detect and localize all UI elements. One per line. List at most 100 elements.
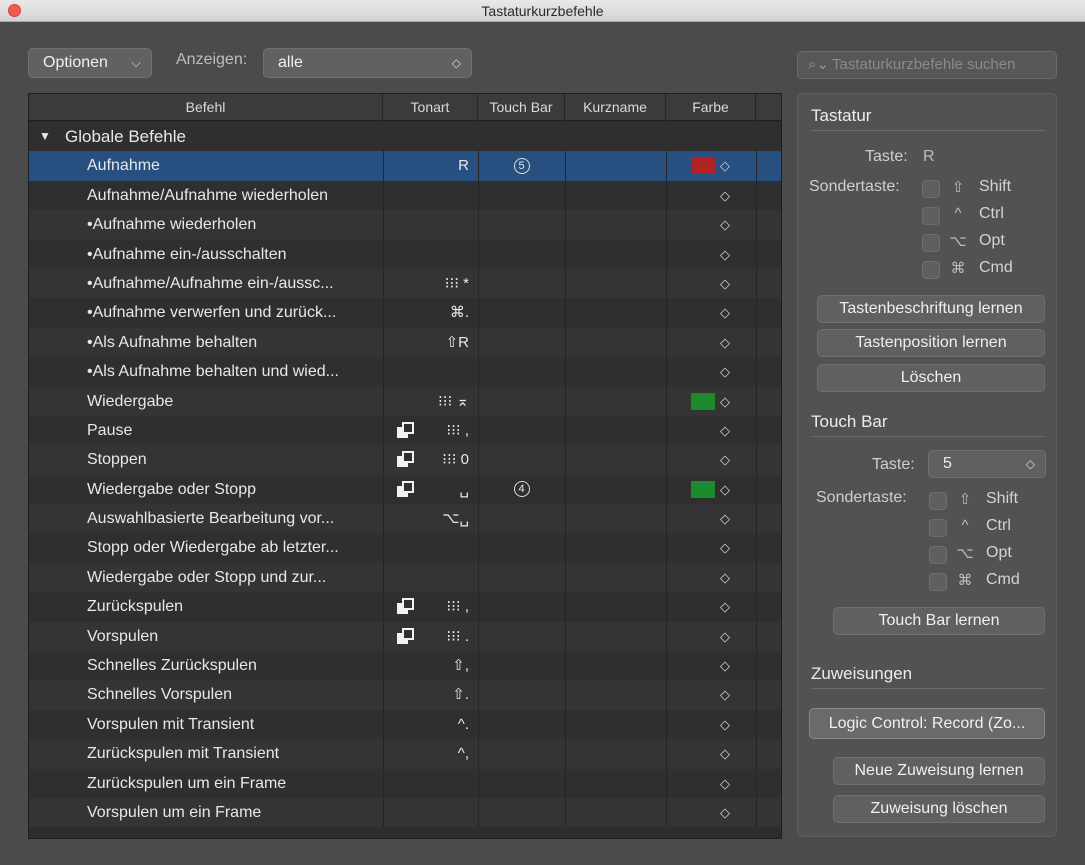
learn-key-label-button[interactable]: Tastenbeschriftung lernen bbox=[817, 295, 1045, 323]
color-cell[interactable]: ◇ bbox=[666, 416, 756, 445]
modifier-checkbox-cmd[interactable] bbox=[922, 261, 940, 279]
table-row[interactable]: Stoppen ⁝⁝⁝ 0 ◇ bbox=[29, 445, 781, 475]
table-row[interactable]: Vorspulen mit Transient ^. ◇ bbox=[29, 709, 781, 740]
color-stepper-icon[interactable]: ◇ bbox=[720, 387, 730, 416]
color-stepper-icon[interactable]: ◇ bbox=[720, 240, 730, 269]
table-row[interactable]: •Als Aufnahme behalten und wied... ◇ bbox=[29, 357, 781, 387]
color-cell[interactable]: ◇ bbox=[666, 798, 756, 827]
table-row[interactable]: •Aufnahme wiederholen ◇ bbox=[29, 210, 781, 240]
delete-assignment-button[interactable]: Zuweisung löschen bbox=[833, 795, 1045, 823]
table-row[interactable]: Zurückspulen mit Transient ^, ◇ bbox=[29, 739, 781, 769]
color-stepper-icon[interactable]: ◇ bbox=[720, 445, 730, 474]
color-cell[interactable]: ◇ bbox=[666, 328, 756, 357]
modifier-checkbox-ctrl[interactable] bbox=[922, 207, 940, 225]
color-cell[interactable]: ◇ bbox=[666, 387, 756, 416]
color-stepper-icon[interactable]: ◇ bbox=[720, 798, 730, 827]
color-cell[interactable]: ◇ bbox=[666, 151, 756, 180]
table-row[interactable]: Vorspulen um ein Frame ◇ bbox=[29, 797, 781, 828]
disclosure-triangle-icon[interactable]: ▼ bbox=[39, 122, 51, 151]
modifier-checkbox-opt[interactable] bbox=[929, 546, 947, 564]
color-cell[interactable]: ◇ bbox=[666, 651, 756, 680]
modifier-checkbox-cmd[interactable] bbox=[929, 573, 947, 591]
color-stepper-icon[interactable]: ◇ bbox=[720, 357, 730, 386]
table-row[interactable]: •Aufnahme ein-/ausschalten ◇ bbox=[29, 239, 781, 269]
column-header-tonart[interactable]: Tonart bbox=[383, 94, 478, 121]
modifier-checkbox-shift[interactable] bbox=[922, 180, 940, 198]
color-cell[interactable]: ◇ bbox=[666, 592, 756, 621]
color-cell[interactable]: ◇ bbox=[666, 269, 756, 298]
table-row[interactable]: Vorspulen ⁝⁝⁝ . ◇ bbox=[29, 621, 781, 652]
color-cell[interactable]: ◇ bbox=[666, 475, 756, 504]
delete-key-button[interactable]: Löschen bbox=[817, 364, 1045, 392]
close-window-button[interactable] bbox=[8, 4, 21, 17]
table-row[interactable]: Schnelles Zurückspulen ⇧, ◇ bbox=[29, 651, 781, 681]
color-stepper-icon[interactable]: ◇ bbox=[720, 475, 730, 504]
color-cell[interactable]: ◇ bbox=[666, 533, 756, 562]
assignment-field[interactable]: Logic Control: Record (Zo... bbox=[809, 708, 1045, 739]
touchbar-key-select[interactable]: 5 ◇ bbox=[928, 450, 1046, 478]
column-header-farbe[interactable]: Farbe bbox=[666, 94, 756, 121]
color-stepper-icon[interactable]: ◇ bbox=[720, 298, 730, 327]
color-stepper-icon[interactable]: ◇ bbox=[720, 739, 730, 768]
color-stepper-icon[interactable]: ◇ bbox=[720, 563, 730, 592]
column-header-befehl[interactable]: Befehl bbox=[29, 94, 383, 121]
modifier-checkbox-opt[interactable] bbox=[922, 234, 940, 252]
color-cell[interactable]: ◇ bbox=[666, 739, 756, 768]
color-stepper-icon[interactable]: ◇ bbox=[720, 416, 730, 445]
color-swatch[interactable] bbox=[691, 480, 715, 498]
modifier-checkbox-shift[interactable] bbox=[929, 492, 947, 510]
table-row[interactable]: Wiedergabe ⁝⁝⁝ ⌅ ◇ bbox=[29, 386, 781, 416]
table-row[interactable]: •Aufnahme verwerfen und zurück... ⌘. ◇ bbox=[29, 298, 781, 328]
table-row[interactable]: •Aufnahme/Aufnahme ein-/aussc... ⁝⁝⁝ * ◇ bbox=[29, 268, 781, 299]
group-row[interactable]: ▼ Globale Befehle bbox=[29, 122, 781, 152]
column-header-kurzname[interactable]: Kurzname bbox=[565, 94, 666, 121]
color-swatch[interactable] bbox=[691, 392, 715, 410]
table-row[interactable]: Aufnahme/Aufnahme wiederholen ◇ bbox=[29, 180, 781, 211]
command-name: Zurückspulen um ein Frame bbox=[87, 774, 287, 792]
color-cell[interactable]: ◇ bbox=[666, 710, 756, 739]
table-row[interactable]: Auswahlbasierte Bearbeitung vor... ⌥␣ ◇ bbox=[29, 504, 781, 534]
search-input[interactable]: ⌕⌄ Tastaturkurzbefehle suchen bbox=[797, 51, 1057, 79]
color-stepper-icon[interactable]: ◇ bbox=[720, 210, 730, 239]
table-row[interactable]: Aufnahme R 5 ◇ bbox=[29, 151, 781, 181]
table-row[interactable]: Stopp oder Wiedergabe ab letzter... ◇ bbox=[29, 533, 781, 563]
color-stepper-icon[interactable]: ◇ bbox=[720, 181, 730, 210]
table-row[interactable]: Wiedergabe oder Stopp ␣ 4 ◇ bbox=[29, 474, 781, 505]
color-stepper-icon[interactable]: ◇ bbox=[720, 269, 730, 298]
color-stepper-icon[interactable]: ◇ bbox=[720, 710, 730, 739]
table-row[interactable]: Zurückspulen ⁝⁝⁝ , ◇ bbox=[29, 592, 781, 622]
learn-new-assignment-button[interactable]: Neue Zuweisung lernen bbox=[833, 757, 1045, 785]
color-stepper-icon[interactable]: ◇ bbox=[720, 592, 730, 621]
modifier-checkbox-ctrl[interactable] bbox=[929, 519, 947, 537]
color-cell[interactable]: ◇ bbox=[666, 240, 756, 269]
color-swatch[interactable] bbox=[691, 157, 715, 175]
color-cell[interactable]: ◇ bbox=[666, 769, 756, 798]
color-stepper-icon[interactable]: ◇ bbox=[720, 151, 730, 180]
color-stepper-icon[interactable]: ◇ bbox=[720, 622, 730, 651]
color-cell[interactable]: ◇ bbox=[666, 357, 756, 386]
color-cell[interactable]: ◇ bbox=[666, 445, 756, 474]
column-header-touchbar[interactable]: Touch Bar bbox=[478, 94, 565, 121]
options-menu[interactable]: Optionen ⌵ bbox=[28, 48, 152, 78]
show-filter-select[interactable]: alle ◇ bbox=[263, 48, 472, 78]
color-stepper-icon[interactable]: ◇ bbox=[720, 328, 730, 357]
color-stepper-icon[interactable]: ◇ bbox=[720, 769, 730, 798]
color-stepper-icon[interactable]: ◇ bbox=[720, 651, 730, 680]
table-row[interactable]: Pause ⁝⁝⁝ , ◇ bbox=[29, 415, 781, 446]
table-row[interactable]: Wiedergabe oder Stopp und zur... ◇ bbox=[29, 562, 781, 593]
color-stepper-icon[interactable]: ◇ bbox=[720, 533, 730, 562]
table-row[interactable]: Schnelles Vorspulen ⇧. ◇ bbox=[29, 680, 781, 710]
table-row[interactable]: Zurückspulen um ein Frame ◇ bbox=[29, 768, 781, 798]
table-row[interactable]: •Als Aufnahme behalten ⇧R ◇ bbox=[29, 327, 781, 358]
learn-key-position-button[interactable]: Tastenposition lernen bbox=[817, 329, 1045, 357]
color-cell[interactable]: ◇ bbox=[666, 298, 756, 327]
color-cell[interactable]: ◇ bbox=[666, 504, 756, 533]
color-cell[interactable]: ◇ bbox=[666, 181, 756, 210]
learn-touchbar-button[interactable]: Touch Bar lernen bbox=[833, 607, 1045, 635]
color-cell[interactable]: ◇ bbox=[666, 563, 756, 592]
color-stepper-icon[interactable]: ◇ bbox=[720, 680, 730, 709]
color-stepper-icon[interactable]: ◇ bbox=[720, 504, 730, 533]
color-cell[interactable]: ◇ bbox=[666, 210, 756, 239]
color-cell[interactable]: ◇ bbox=[666, 680, 756, 709]
color-cell[interactable]: ◇ bbox=[666, 622, 756, 651]
